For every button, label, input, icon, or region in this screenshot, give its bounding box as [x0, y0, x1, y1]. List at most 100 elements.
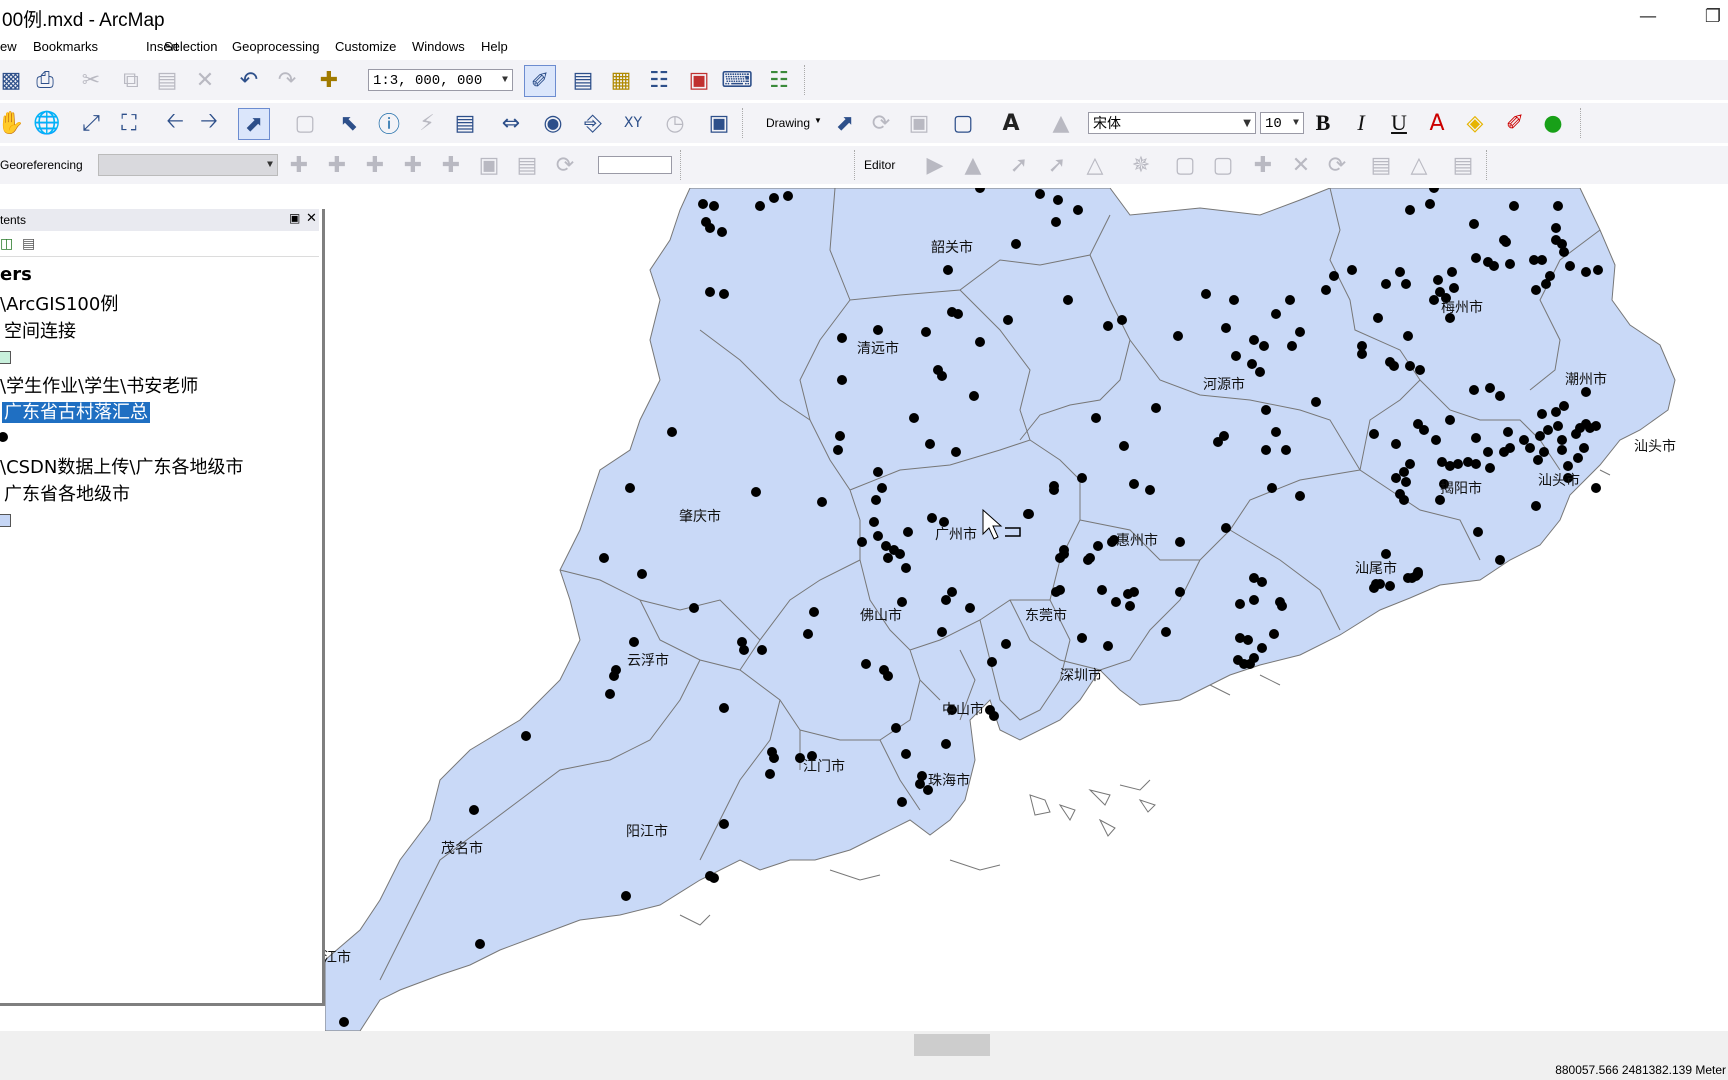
edit-tool-icon[interactable]: ▶	[920, 150, 950, 180]
editor-toolbar-icon[interactable]: ✐	[524, 65, 556, 97]
map-horizontal-scrollbar[interactable]	[0, 1031, 1728, 1060]
toc-layer-spatial-join[interactable]: 空间连接	[4, 317, 76, 343]
menu-windows[interactable]: Windows	[412, 39, 465, 54]
restore-icon[interactable]: ❐	[1693, 4, 1728, 30]
minimize-icon[interactable]: —	[1628, 4, 1668, 30]
font-name-dropdown[interactable]: 宋体 ▼	[1088, 112, 1256, 134]
find-icon[interactable]: ◉	[538, 108, 568, 138]
rectangle-icon[interactable]: ▢	[948, 108, 978, 138]
menu-view[interactable]: ew	[0, 39, 17, 54]
go-back-icon[interactable]: 🡠	[160, 108, 190, 138]
toc-layer-cities[interactable]: 广东省各地级市	[4, 480, 130, 506]
create-features-icon[interactable]: ▤	[1448, 150, 1478, 180]
clear-selection-icon[interactable]: ▢	[290, 108, 320, 138]
editor-menu[interactable]: Editor	[864, 158, 895, 172]
list-by-selection-icon[interactable]: ▤	[22, 236, 35, 252]
trace-icon[interactable]: ➚	[1042, 150, 1072, 180]
catalog-icon[interactable]: ▦	[606, 65, 636, 95]
add-control-points-icon[interactable]: ✚	[284, 150, 314, 180]
map-canvas[interactable]: 韶关市 清远市 河源市 梅州市 潮州市 汕头市 汕头市 揭阳市 肇庆市 广州市 …	[325, 188, 1728, 1031]
toc-layer-villages[interactable]: 广东省古村落汇总	[2, 398, 150, 424]
polygon-symbol-swatch[interactable]	[0, 514, 11, 527]
fixed-zoom-in-icon[interactable]: ⤢	[76, 108, 106, 138]
menu-geoprocessing[interactable]: Geoprocessing	[232, 39, 319, 54]
undo-icon[interactable]: ↶	[234, 65, 264, 95]
georef-layer-dropdown[interactable]: ▼	[98, 154, 278, 176]
go-forward-icon[interactable]: 🡢	[194, 108, 224, 138]
map-scale-dropdown[interactable]: 1:3, 000, 000 ▼	[368, 69, 513, 91]
fill-color-icon[interactable]: ◈	[1460, 108, 1490, 138]
toolbar-grip[interactable]	[742, 108, 749, 138]
underline-button[interactable]: U	[1384, 108, 1414, 138]
create-viewer-window-icon[interactable]: ▣	[704, 108, 734, 138]
layers-root[interactable]: ers	[0, 264, 32, 285]
copy-icon[interactable]: ⧉	[116, 65, 146, 95]
select-features-icon[interactable]: ⬈	[238, 108, 270, 140]
selected-layer-name[interactable]: 广东省古村落汇总	[2, 402, 150, 423]
reshape-icon[interactable]: ▢	[1170, 150, 1200, 180]
measure-icon[interactable]: ⇔	[496, 108, 526, 138]
full-extent-icon[interactable]: 🌐	[32, 108, 62, 138]
rotate-feature-icon[interactable]: ⟳	[1322, 150, 1352, 180]
marker-color-icon[interactable]: ●	[1538, 108, 1568, 138]
font-size-dropdown[interactable]: 10 ▼	[1260, 112, 1304, 134]
italic-button[interactable]: I	[1346, 108, 1376, 138]
hyperlink-icon[interactable]: ⚡	[412, 108, 442, 138]
search-window-icon[interactable]: ☷	[644, 65, 674, 95]
model-builder-icon[interactable]: ☷	[764, 65, 794, 95]
viewer-icon[interactable]: ▣	[474, 150, 504, 180]
straight-segment-icon[interactable]: ➚	[1004, 150, 1034, 180]
toolbar-grip[interactable]	[804, 65, 811, 95]
rotate-edit-icon[interactable]: ✕	[1286, 150, 1316, 180]
select-link-icon[interactable]: ✚	[360, 150, 390, 180]
edit-annotation-icon[interactable]: ▲	[958, 150, 988, 180]
redo-icon[interactable]: ↷	[272, 65, 302, 95]
identify-icon[interactable]: ⓘ	[374, 108, 404, 138]
cut-icon[interactable]: ✂	[76, 65, 106, 95]
select-elements-draw-icon[interactable]: ⬈	[830, 108, 860, 138]
drawing-menu[interactable]: Drawing	[766, 116, 810, 130]
edit-vertices-icon[interactable]: ✵	[1126, 150, 1156, 180]
toc-item-path[interactable]: \ArcGIS100例	[0, 290, 118, 316]
georeferencing-menu[interactable]: Georeferencing	[0, 158, 83, 172]
point-icon[interactable]: △	[1080, 150, 1110, 180]
arctoolbox-icon[interactable]: ▣	[684, 65, 714, 95]
menu-selection[interactable]: Selection	[164, 39, 217, 54]
select-elements-icon[interactable]: ⬉	[334, 108, 364, 138]
html-popup-icon[interactable]: ▤	[450, 108, 480, 138]
map-view[interactable]: 韶关市 清远市 河源市 梅州市 潮州市 汕头市 汕头市 揭阳市 肇庆市 广州市 …	[325, 188, 1728, 1031]
toolbar-grip[interactable]	[680, 150, 687, 180]
toolbar-grip[interactable]	[854, 150, 861, 180]
pan-icon[interactable]: ✋	[0, 108, 26, 138]
menu-customize[interactable]: Customize	[335, 39, 396, 54]
go-to-xy-icon[interactable]: XY	[618, 108, 648, 138]
close-icon[interactable]: ✕	[306, 210, 317, 226]
toolbar-grip[interactable]	[1486, 150, 1493, 180]
rotate-icon[interactable]: ⟳	[866, 108, 896, 138]
paste-icon[interactable]: ▤	[152, 65, 182, 95]
toc-item-path[interactable]: \CSDN数据上传\广东各地级市	[0, 453, 243, 479]
menu-help[interactable]: Help	[481, 39, 508, 54]
cut-polygons-icon[interactable]: ▢	[1208, 150, 1238, 180]
split-icon[interactable]: ✚	[1248, 150, 1278, 180]
sketch-properties-icon[interactable]: △	[1404, 150, 1434, 180]
rotate-value-field[interactable]	[598, 156, 672, 174]
auto-registration-icon[interactable]: ✚	[322, 150, 352, 180]
toc-item-path[interactable]: \学生作业\学生\书安老师	[0, 372, 198, 398]
find-route-icon[interactable]: ⎆	[578, 108, 608, 138]
zoom-to-link-icon[interactable]: ✚	[398, 150, 428, 180]
print-icon[interactable]: ⎙	[30, 65, 60, 95]
save-icon[interactable]: ▩	[0, 65, 26, 95]
line-color-icon[interactable]: ✐	[1500, 108, 1530, 138]
auto-hide-icon[interactable]: ▣	[289, 211, 300, 225]
menu-bookmarks[interactable]: Bookmarks	[33, 39, 98, 54]
fixed-zoom-out-icon[interactable]: ⛶	[114, 108, 144, 138]
point-symbol[interactable]	[0, 432, 8, 442]
new-text-icon[interactable]: A	[996, 108, 1026, 138]
attributes-icon[interactable]: ▤	[1366, 150, 1396, 180]
delete-icon[interactable]: ✕	[190, 65, 220, 95]
delete-link-icon[interactable]: ✚	[436, 150, 466, 180]
polygon-symbol-swatch[interactable]	[0, 351, 11, 364]
bold-button[interactable]: B	[1308, 108, 1338, 138]
convert-text-icon[interactable]: ▲	[1046, 108, 1076, 138]
